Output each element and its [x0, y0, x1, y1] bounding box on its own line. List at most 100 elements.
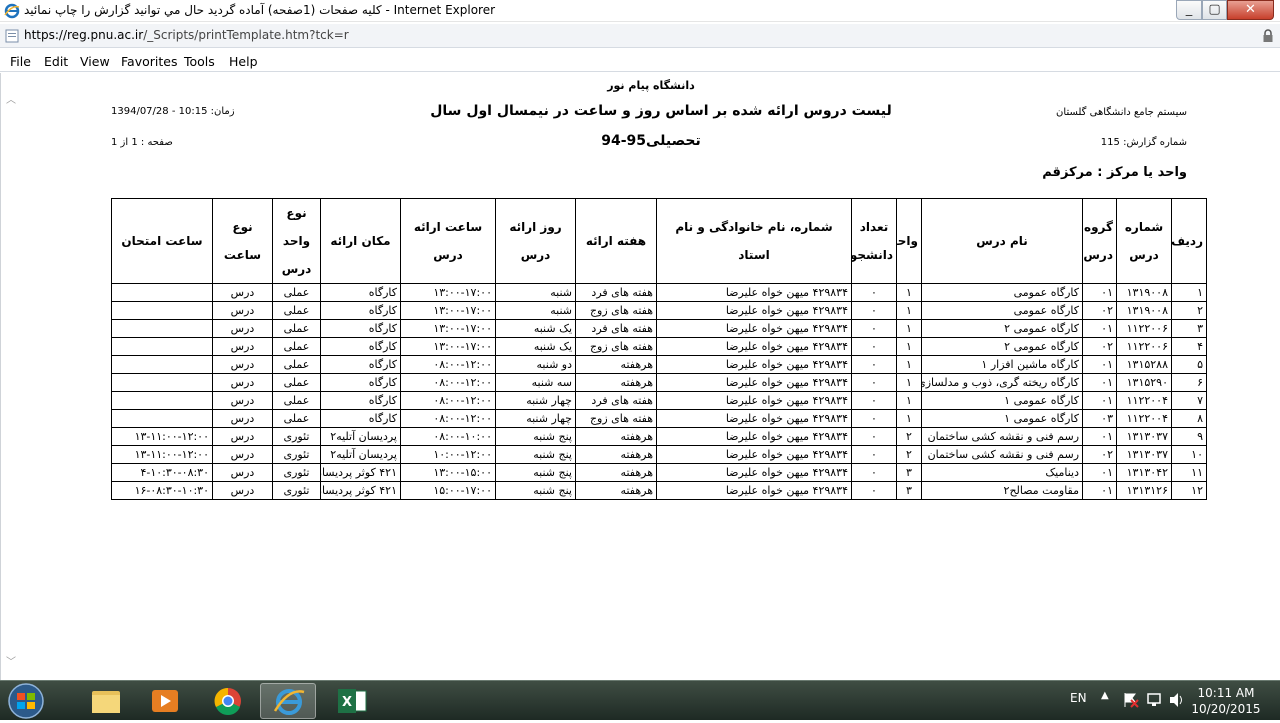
table-cell: ۱	[896, 355, 922, 374]
scroll-down-icon[interactable]: ﹀	[6, 653, 16, 668]
table-cell: ۲	[896, 427, 922, 446]
menu-edit[interactable]: Edit	[44, 54, 68, 69]
table-cell: ۱۳:۰۰-۱۵:۰۰	[400, 463, 496, 482]
table-cell: ۴۲۹۸۳۴ میهن خواه علیرضا	[656, 445, 852, 464]
table-cell: ۰	[851, 463, 897, 482]
window-titlebar: كليه صفحات (1صفحه) آماده گرديد حال مي تو…	[0, 0, 1280, 22]
lock-icon[interactable]	[1262, 29, 1274, 43]
table-row: ۱۰ ۱۳۱۳۰۳۷ ۰۲ رسم فنی و نقشه کشی ساختمان ۲ ۰ ۴…	[111, 445, 1207, 464]
close-button[interactable]: ✕	[1227, 0, 1274, 20]
report-title: لیست دروس ارائه شده بر اساس روز و ساعت د…	[430, 103, 892, 119]
scroll-up-icon[interactable]: ︿	[6, 91, 16, 106]
table-cell: هرهفته	[575, 355, 657, 374]
table-cell: شنبه	[495, 301, 576, 320]
table-cell: ۰	[851, 445, 897, 464]
address-bar[interactable]: https://reg.pnu.ac.ir/_Scripts/printTemp…	[0, 24, 1280, 48]
volume-icon[interactable]	[1168, 691, 1186, 709]
table-cell: ۰۳	[1082, 409, 1117, 428]
table-row: ۲ ۱۳۱۹۰۰۸ ۰۲ کارگاه عمومی ۱ ۰ ۴۲۹۸۳۴ میهن خواه…	[111, 301, 1207, 320]
table-cell: هرهفته	[575, 373, 657, 392]
report-number: شماره گزارش: 115	[1100, 137, 1187, 148]
chrome-icon	[214, 687, 241, 715]
table-cell	[111, 337, 213, 356]
table-cell: درس	[212, 319, 273, 338]
vertical-scrollbar[interactable]: ︿ ﹀	[3, 83, 17, 673]
table-cell: ۴۲۹۸۳۴ میهن خواه علیرضا	[656, 337, 852, 356]
table-cell: هرهفته	[575, 463, 657, 482]
window-title: كليه صفحات (1صفحه) آماده گرديد حال مي تو…	[24, 3, 496, 17]
table-cell: ۷	[1171, 391, 1207, 410]
table-cell: ۳	[1171, 319, 1207, 338]
table-cell: پردیسان آتلیه۲	[320, 427, 401, 446]
column-header: روز ارائه درس	[495, 198, 576, 284]
table-cell: ۳	[896, 481, 922, 500]
table-cell: عملی	[272, 373, 321, 392]
column-header: واحد	[896, 198, 922, 284]
maximize-button[interactable]: ▢	[1202, 0, 1227, 20]
table-row: ۳ ۱۱۲۲۰۰۶ ۰۱ کارگاه عمومی ۲ ۱ ۰ ۴۲۹۸۳۴ میهن خو…	[111, 319, 1207, 338]
table-cell: دو شنبه	[495, 355, 576, 374]
minimize-button[interactable]: _	[1176, 0, 1202, 20]
table-cell: ۰۱	[1082, 373, 1117, 392]
table-cell: کارگاه	[320, 337, 401, 356]
table-cell: هفته های زوج	[575, 409, 657, 428]
table-cell: پنج شنبه	[495, 427, 576, 446]
table-cell: ۰	[851, 427, 897, 446]
windows-start-icon[interactable]	[4, 682, 48, 720]
network-icon[interactable]	[1146, 691, 1164, 709]
table-cell: ۰	[851, 301, 897, 320]
action-center-icon[interactable]	[1122, 691, 1140, 709]
table-cell: ۰۱	[1082, 391, 1117, 410]
menu-favorites[interactable]: Favorites	[121, 54, 177, 69]
media-player-button[interactable]	[137, 683, 193, 719]
language-indicator[interactable]: EN	[1070, 691, 1087, 705]
menu-file[interactable]: File	[10, 54, 31, 69]
table-row: ۶ ۱۳۱۵۲۹۰ ۰۱ کارگاه ریخته گری، ذوب و مدلساز…	[111, 373, 1207, 392]
table-cell: ۱۳:۰۰-۱۷:۰۰	[400, 337, 496, 356]
page-content: ︿ ﹀ دانشگاه پیام نور سیستم جامع دانشگاهی…	[0, 73, 1280, 680]
close-icon: ✕	[1245, 2, 1256, 17]
table-row: ۸ ۱۱۲۲۰۰۴ ۰۳ کارگاه عمومی ۱ ۱ ۰ ۴۲۹۸۳۴ میهن خو…	[111, 409, 1207, 428]
table-cell: ۰۸:۰۰-۱۲:۰۰	[400, 373, 496, 392]
table-cell: ۰۸:۰۰-۱۰:۰۰	[400, 427, 496, 446]
table-cell: ۴۲۹۸۳۴ میهن خواه علیرضا	[656, 283, 852, 302]
table-cell: کارگاه عمومی ۲	[921, 337, 1083, 356]
table-cell: ۴	[1171, 337, 1207, 356]
table-cell: ۱۱	[1171, 463, 1207, 482]
table-cell: درس	[212, 445, 273, 464]
unit-name: واحد یا مرکز : مرکزقم	[1042, 165, 1187, 180]
chrome-button[interactable]	[200, 683, 256, 719]
url-text[interactable]: https://reg.pnu.ac.ir/_Scripts/printTemp…	[24, 28, 349, 42]
menu-bar: File Edit View Favorites Tools Help	[0, 50, 1280, 72]
university-name: دانشگاه پیام نور	[607, 79, 695, 92]
table-cell: کارگاه عمومی	[921, 301, 1083, 320]
internet-explorer-button[interactable]	[260, 683, 316, 719]
table-cell: هفته های زوج	[575, 301, 657, 320]
table-cell: ۰۸:۰۰-۱۲:۰۰	[400, 355, 496, 374]
table-cell: کارگاه عمومی ۲	[921, 319, 1083, 338]
table-cell: ۱۳-۱۱:۰۰-۱۲:۰۰	[111, 427, 213, 446]
table-cell: ۱۳۱۳۱۲۶	[1116, 481, 1172, 500]
table-cell: ۱۳۱۳۰۴۲	[1116, 463, 1172, 482]
excel-button[interactable]: X	[324, 683, 380, 719]
table-cell: هفته های فرد	[575, 283, 657, 302]
table-cell: ۰۱	[1082, 355, 1117, 374]
menu-help[interactable]: Help	[229, 54, 258, 69]
menu-view[interactable]: View	[80, 54, 110, 69]
table-row: ۹ ۱۳۱۳۰۳۷ ۰۱ رسم فنی و نقشه کشی ساختمان ۲ ۰ ۴۲…	[111, 427, 1207, 446]
column-header: تعداد دانشجو	[851, 198, 897, 284]
page-counter: صفحه : 1 از 1	[111, 137, 173, 148]
table-cell: ۱۱۲۲۰۰۶	[1116, 319, 1172, 338]
show-hidden-icons-icon[interactable]: ▲	[1101, 690, 1109, 701]
report-subtitle: تحصیلی95-94	[601, 133, 701, 149]
table-cell: ۱	[896, 301, 922, 320]
table-cell: ۳	[896, 463, 922, 482]
table-cell: عملی	[272, 409, 321, 428]
column-header: ساعت ارائه درس	[400, 198, 496, 284]
file-explorer-button[interactable]	[78, 683, 134, 719]
table-cell: ۰۱	[1082, 319, 1117, 338]
system-clock[interactable]: 10:11 AM 10/20/2015	[1186, 685, 1266, 717]
table-cell: ۱	[1171, 283, 1207, 302]
table-cell: ۰۸:۰۰-۱۲:۰۰	[400, 409, 496, 428]
menu-tools[interactable]: Tools	[184, 54, 215, 69]
